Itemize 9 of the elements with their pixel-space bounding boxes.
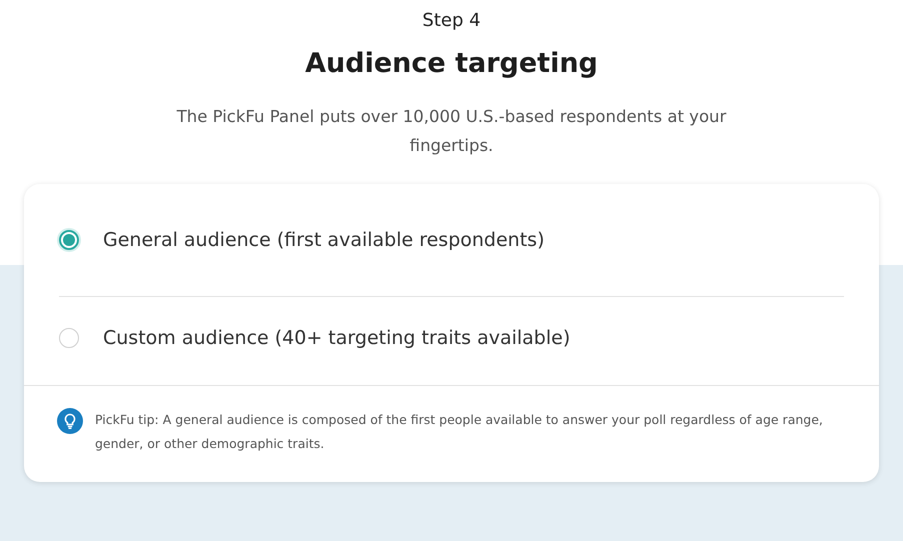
- option-label[interactable]: Custom audience (40+ targeting traits available): [103, 327, 570, 349]
- radio-button[interactable]: [59, 230, 79, 250]
- step-label: Step 4: [422, 9, 481, 33]
- page-title: Audience targeting: [305, 47, 598, 81]
- radio-button[interactable]: [59, 328, 79, 348]
- page-subtitle: The PickFu Panel puts over 10,000 U.S.-based respondents at your fingertips.: [176, 106, 728, 157]
- lightbulb-icon: [57, 408, 83, 434]
- option-label[interactable]: General audience (first available respondents): [103, 229, 544, 251]
- tip-text: PickFu tip: A general audience is composed of the first people available to answer your poll regardless of age range, gender, or other demographic traits.: [95, 411, 824, 453]
